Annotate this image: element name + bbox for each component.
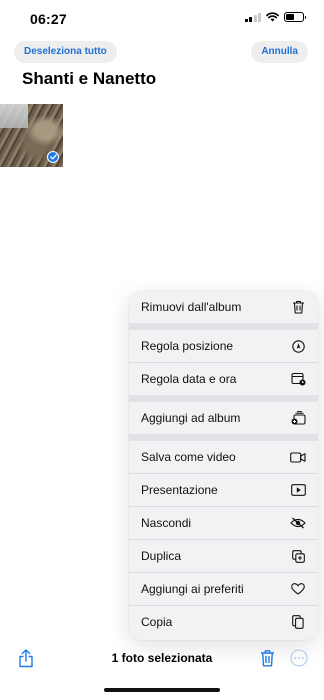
menu-item-hide[interactable]: Nascondi — [129, 507, 318, 539]
more-options-icon[interactable] — [289, 648, 309, 668]
menu-item-label: Regola data e ora — [141, 372, 237, 386]
menu-item-add-to-favorites[interactable]: Aggiungi ai preferiti — [129, 573, 318, 605]
cancel-button[interactable]: Annulla — [251, 41, 308, 63]
eye-slash-icon — [290, 515, 306, 531]
cellular-signal-icon — [244, 12, 261, 22]
menu-item-adjust-location[interactable]: Regola posizione — [129, 330, 318, 362]
menu-item-copy[interactable]: Copia — [129, 606, 318, 638]
menu-item-label: Nascondi — [141, 516, 192, 530]
menu-item-label: Rimuovi dall'album — [141, 300, 242, 314]
menu-item-label: Duplica — [141, 549, 182, 563]
calendar-clock-icon — [290, 371, 306, 387]
duplicate-icon — [290, 548, 306, 564]
trash-icon — [290, 299, 306, 315]
play-icon — [290, 482, 306, 498]
home-indicator — [104, 688, 220, 692]
menu-item-add-to-album[interactable]: Aggiungi ad album — [129, 402, 318, 434]
menu-item-slideshow[interactable]: Presentazione — [129, 474, 318, 506]
menu-item-label: Presentazione — [141, 483, 218, 497]
selected-check-icon — [47, 151, 59, 163]
menu-item-adjust-date-time[interactable]: Regola data e ora — [129, 363, 318, 395]
deselect-all-button[interactable]: Deseleziona tutto — [14, 41, 117, 63]
menu-item-remove-from-album[interactable]: Rimuovi dall'album — [129, 291, 318, 323]
context-menu: Rimuovi dall'album Regola posizione Rego… — [129, 291, 318, 640]
photo-thumbnail[interactable] — [0, 104, 63, 167]
heart-icon — [290, 581, 306, 597]
battery-icon — [284, 12, 306, 22]
delete-trash-icon[interactable] — [257, 648, 277, 668]
status-bar: 06:27 — [0, 0, 324, 36]
menu-item-label: Regola posizione — [141, 339, 234, 353]
status-time: 06:27 — [30, 11, 67, 27]
copy-icon — [290, 614, 306, 630]
status-icons — [244, 12, 306, 22]
menu-item-save-as-video[interactable]: Salva come video — [129, 441, 318, 473]
location-icon — [290, 338, 306, 354]
menu-item-label: Aggiungi ai preferiti — [141, 582, 244, 596]
menu-item-label: Copia — [141, 615, 173, 629]
add-to-album-icon — [290, 410, 306, 426]
video-icon — [290, 449, 306, 465]
menu-item-duplicate[interactable]: Duplica — [129, 540, 318, 572]
album-title: Shanti e Nanetto — [22, 69, 157, 88]
wifi-icon — [266, 12, 279, 22]
menu-item-label: Salva come video — [141, 450, 236, 464]
menu-item-label: Aggiungi ad album — [141, 411, 241, 425]
